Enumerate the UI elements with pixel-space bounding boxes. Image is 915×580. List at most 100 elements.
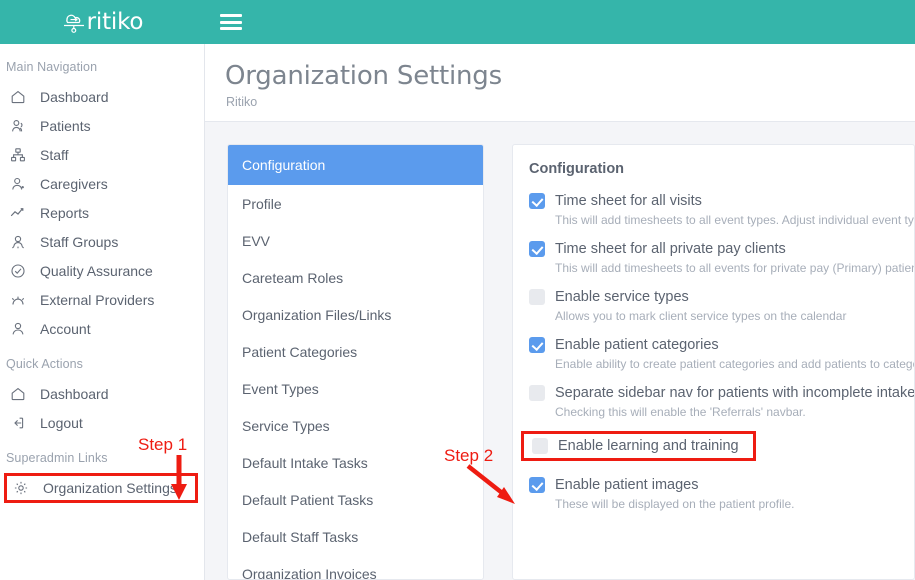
sidebar-item-label: Account — [36, 321, 91, 337]
sidebar-item-label: Dashboard — [36, 89, 109, 105]
checkbox-enable-patient-categories[interactable] — [529, 337, 545, 353]
settings-nav-item-evv[interactable]: EVV — [228, 222, 483, 259]
sidebar-item-external-providers[interactable]: External Providers — [0, 285, 204, 314]
settings-nav-item-careteam-roles[interactable]: Careteam Roles — [228, 259, 483, 296]
settings-nav-label: Careteam Roles — [242, 270, 343, 286]
sidebar-item-label: External Providers — [36, 292, 154, 308]
page-subtitle: Ritiko — [226, 95, 257, 109]
sidebar-item-quick-dashboard[interactable]: Dashboard — [0, 379, 204, 408]
option-separate-sidebar-nav: Separate sidebar nav for patients with i… — [529, 385, 914, 419]
option-label: Separate sidebar nav for patients with i… — [555, 385, 915, 401]
sidebar-item-label: Quality Assurance — [36, 263, 153, 279]
brand-logo-area[interactable]: ritiko — [0, 0, 205, 44]
sidebar-item-label: Staff Groups — [36, 234, 118, 250]
sidebar-item-label: Organization Settings — [39, 480, 177, 496]
sidebar-item-dashboard[interactable]: Dashboard — [0, 82, 204, 111]
settings-nav-label: Patient Categories — [242, 344, 357, 360]
logout-icon — [10, 415, 36, 431]
settings-nav-label: Default Intake Tasks — [242, 455, 368, 471]
option-description: This will add timesheets to all event ty… — [555, 213, 914, 227]
checkbox-time-sheet-all-visits[interactable] — [529, 193, 545, 209]
sidebar-item-staff[interactable]: Staff — [0, 140, 204, 169]
checkbox-separate-sidebar-nav[interactable] — [529, 385, 545, 401]
option-enable-patient-images: Enable patient images These will be disp… — [529, 477, 914, 511]
home-icon — [10, 386, 36, 402]
option-description: Checking this will enable the 'Referrals… — [555, 405, 914, 419]
page-title: Organization Settings — [225, 61, 502, 91]
option-description: Enable ability to create patient categor… — [555, 357, 914, 371]
checkbox-enable-service-types[interactable] — [529, 289, 545, 305]
sidebar-item-organization-settings[interactable]: Organization Settings — [4, 473, 198, 503]
settings-nav-label: Event Types — [242, 381, 319, 397]
option-description: Allows you to mark client service types … — [555, 309, 914, 323]
settings-nav-label: EVV — [242, 233, 270, 249]
brand-name: ritiko — [87, 9, 144, 35]
settings-nav-label: Default Patient Tasks — [242, 492, 373, 508]
settings-nav-item-default-staff-tasks[interactable]: Default Staff Tasks — [228, 518, 483, 555]
settings-nav-item-service-types[interactable]: Service Types — [228, 407, 483, 444]
sidebar-item-account[interactable]: Account — [0, 314, 204, 343]
hamburger-menu-icon[interactable] — [220, 12, 242, 32]
configuration-panel-title: Configuration — [529, 161, 914, 177]
option-label: Time sheet for all private pay clients — [555, 241, 786, 257]
option-label: Time sheet for all visits — [555, 193, 702, 209]
settings-nav-item-profile[interactable]: Profile — [228, 185, 483, 222]
settings-nav-item-event-types[interactable]: Event Types — [228, 370, 483, 407]
option-label: Enable patient images — [555, 477, 699, 493]
sidebar-item-label: Reports — [36, 205, 89, 221]
option-description: This will add timesheets to all events f… — [555, 261, 914, 275]
top-bar: ritiko — [0, 0, 915, 44]
checkbox-time-sheet-private-pay[interactable] — [529, 241, 545, 257]
configuration-panel: Configuration Time sheet for all visits … — [512, 144, 915, 580]
option-enable-service-types: Enable service types Allows you to mark … — [529, 289, 914, 323]
option-enable-patient-categories: Enable patient categories Enable ability… — [529, 337, 914, 371]
settings-nav-label: Organization Files/Links — [242, 307, 391, 323]
option-label: Enable learning and training — [558, 438, 739, 454]
content-area: Configuration Profile EVV Careteam Roles… — [205, 122, 915, 580]
settings-nav-item-organization-files-links[interactable]: Organization Files/Links — [228, 296, 483, 333]
option-time-sheet-all-visits: Time sheet for all visits This will add … — [529, 193, 914, 227]
sidebar-heading-quick-actions: Quick Actions — [0, 343, 204, 379]
sidebar-item-staff-groups[interactable]: Staff Groups — [0, 227, 204, 256]
sidebar-item-patients[interactable]: Patients — [0, 111, 204, 140]
settings-nav-list: Configuration Profile EVV Careteam Roles… — [227, 144, 484, 580]
user-plus-icon — [10, 176, 36, 192]
app-window: ritiko Main Navigation Dashboard — [0, 0, 915, 580]
option-time-sheet-private-pay: Time sheet for all private pay clients T… — [529, 241, 914, 275]
sidebar-item-label: Patients — [36, 118, 91, 134]
page-header: Organization Settings Ritiko — [205, 44, 915, 122]
home-icon — [10, 89, 36, 105]
settings-nav-item-patient-categories[interactable]: Patient Categories — [228, 333, 483, 370]
option-description: These will be displayed on the patient p… — [555, 497, 914, 511]
settings-nav-item-configuration[interactable]: Configuration — [228, 145, 483, 185]
check-circle-icon — [10, 263, 36, 279]
user-group-icon — [10, 234, 36, 250]
sidebar-item-label: Caregivers — [36, 176, 108, 192]
settings-nav-item-default-patient-tasks[interactable]: Default Patient Tasks — [228, 481, 483, 518]
settings-nav-label: Default Staff Tasks — [242, 529, 358, 545]
sidebar-item-quality-assurance[interactable]: Quality Assurance — [0, 256, 204, 285]
sidebar-heading-main-navigation: Main Navigation — [0, 44, 204, 82]
sidebar-item-logout[interactable]: Logout — [0, 408, 204, 437]
line-chart-icon — [10, 205, 36, 221]
checkbox-enable-learning-and-training[interactable] — [532, 438, 548, 454]
option-enable-learning-and-training: Enable learning and training — [529, 433, 914, 461]
settings-nav-label: Profile — [242, 196, 282, 212]
sidebar-item-label: Staff — [36, 147, 69, 163]
user-icon — [10, 321, 36, 337]
settings-nav-item-default-intake-tasks[interactable]: Default Intake Tasks — [228, 444, 483, 481]
option-label: Enable patient categories — [555, 337, 719, 353]
sidebar-heading-superadmin-links: Superadmin Links — [0, 437, 204, 473]
checkbox-enable-patient-images[interactable] — [529, 477, 545, 493]
settings-nav-item-organization-invoices[interactable]: Organization Invoices — [228, 555, 483, 580]
sidebar-item-reports[interactable]: Reports — [0, 198, 204, 227]
sidebar-item-caregivers[interactable]: Caregivers — [0, 169, 204, 198]
sidebar-item-label: Logout — [36, 415, 83, 431]
gear-icon — [13, 480, 39, 496]
org-chart-icon — [10, 147, 36, 163]
cloud-logo-icon — [59, 8, 89, 36]
settings-nav-label: Organization Invoices — [242, 566, 377, 580]
option-label: Enable service types — [555, 289, 689, 305]
settings-nav-label: Service Types — [242, 418, 330, 434]
settings-nav-label: Configuration — [242, 157, 325, 173]
